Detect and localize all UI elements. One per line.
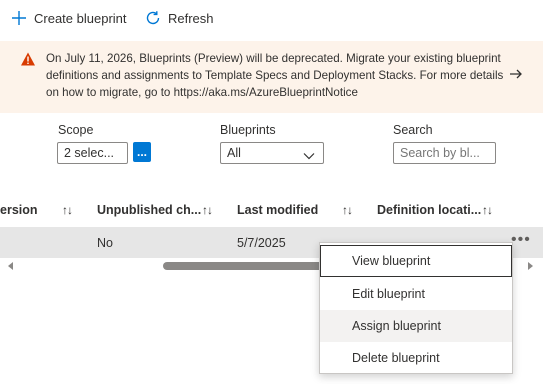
column-header-version[interactable]: ersion <box>0 203 38 217</box>
sort-icon[interactable]: ↑↓ <box>202 203 213 217</box>
assign-blueprint-menu-item[interactable]: Assign blueprint <box>320 310 512 342</box>
grid-header: ersion ↑↓ Unpublished ch... ↑↓ Last modi… <box>0 196 543 224</box>
scope-field[interactable]: 2 selec... <box>57 142 128 164</box>
blueprints-label: Blueprints <box>220 123 276 137</box>
search-label: Search <box>393 123 433 137</box>
create-blueprint-button[interactable]: Create blueprint <box>10 8 127 28</box>
refresh-label: Refresh <box>168 10 214 26</box>
scroll-left-icon[interactable] <box>8 262 13 270</box>
column-header-definition-location[interactable]: Definition locati... <box>377 203 481 217</box>
banner-message: On July 11, 2026, Blueprints (Preview) w… <box>46 52 504 99</box>
warning-icon <box>20 51 36 67</box>
blueprints-dropdown-value: All <box>227 146 241 160</box>
column-header-unpublished-changes[interactable]: Unpublished ch... <box>97 203 201 217</box>
create-blueprint-label: Create blueprint <box>34 10 127 26</box>
chevron-down-icon <box>303 149 315 163</box>
arrow-right-icon[interactable] <box>508 67 526 83</box>
unpublished-changes-cell: No <box>97 236 113 250</box>
sort-icon[interactable]: ↑↓ <box>342 203 353 217</box>
context-menu: View blueprint Edit blueprint Assign blu… <box>319 242 513 374</box>
command-bar: Create blueprint Refresh <box>0 0 543 34</box>
scope-label: Scope <box>58 123 94 137</box>
scroll-right-icon[interactable] <box>528 262 533 270</box>
scope-picker-button[interactable]: ... <box>133 142 151 162</box>
plus-icon <box>10 9 28 27</box>
refresh-icon <box>144 9 162 27</box>
deprecation-banner: On July 11, 2026, Blueprints (Preview) w… <box>0 41 543 113</box>
sort-icon[interactable]: ↑↓ <box>62 203 73 217</box>
blueprints-dropdown[interactable]: All <box>220 142 324 164</box>
more-actions-icon[interactable]: ••• <box>511 231 531 249</box>
sort-icon[interactable]: ↑↓ <box>482 203 493 217</box>
edit-blueprint-menu-item[interactable]: Edit blueprint <box>320 278 512 310</box>
refresh-button[interactable]: Refresh <box>144 8 214 28</box>
search-input[interactable]: Search by bl... <box>393 142 496 164</box>
view-blueprint-menu-item[interactable]: View blueprint <box>320 245 512 277</box>
last-modified-cell: 5/7/2025 <box>237 236 286 250</box>
column-header-last-modified[interactable]: Last modified <box>237 203 318 217</box>
delete-blueprint-menu-item[interactable]: Delete blueprint <box>320 342 512 374</box>
